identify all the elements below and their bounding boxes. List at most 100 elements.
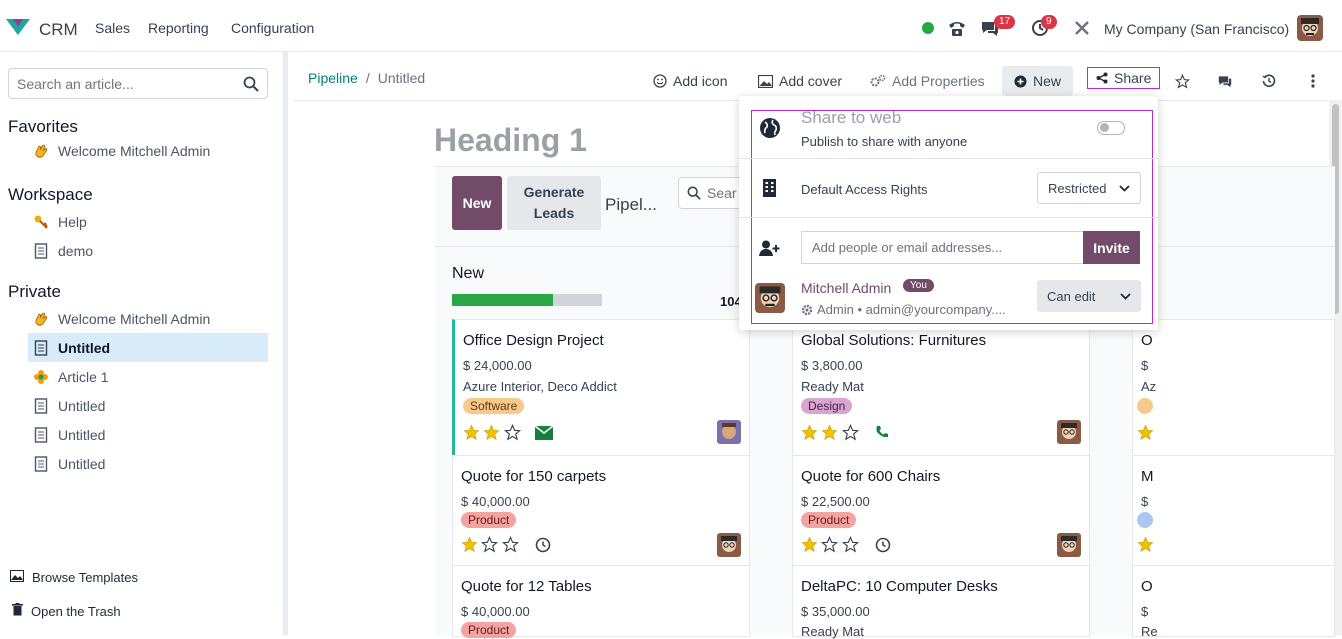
- salesperson-avatar[interactable]: [717, 533, 741, 557]
- private-item-untitled-active[interactable]: Untitled: [28, 333, 268, 362]
- star-filled-icon[interactable]: [800, 536, 819, 553]
- share-label: Share: [1114, 70, 1152, 86]
- private-item-untitled[interactable]: Untitled: [28, 449, 268, 478]
- menu-sales[interactable]: Sales: [95, 20, 130, 36]
- member-permission-select[interactable]: Can edit: [1037, 280, 1141, 312]
- kanban-card[interactable]: Quote for 12 Tables $ 40,000.00 Product: [452, 565, 750, 638]
- add-icon-button[interactable]: Add icon: [653, 66, 727, 96]
- private-item-welcome[interactable]: Welcome Mitchell Admin: [28, 304, 268, 333]
- member-subtitle: Admin • admin@yourcompany....: [801, 302, 1006, 317]
- card-name: M: [1141, 468, 1154, 485]
- card-amount: $: [1141, 494, 1149, 509]
- article-heading[interactable]: Heading 1: [434, 122, 587, 159]
- salesperson-avatar[interactable]: [1057, 420, 1081, 444]
- card-customer: Az: [1141, 379, 1157, 394]
- add-properties-button[interactable]: Add Properties: [870, 66, 985, 96]
- kanban-card[interactable]: DeltaPC: 10 Computer Desks $ 35,000.00 R…: [792, 565, 1090, 639]
- card-amount: $ 24,000.00: [463, 358, 532, 373]
- card-tag: Product: [461, 622, 517, 638]
- member-avatar: [755, 283, 785, 313]
- default-access-value: Restricted: [1048, 180, 1107, 196]
- open-trash-link[interactable]: Open the Trash: [12, 603, 121, 619]
- article-search-input[interactable]: [17, 75, 237, 92]
- chat-icon[interactable]: [1217, 66, 1233, 96]
- card-priority-stars[interactable]: [800, 536, 861, 553]
- email-icon[interactable]: [535, 426, 553, 440]
- breadcrumb-pipeline[interactable]: Pipeline: [308, 70, 358, 86]
- kanban-card-partial[interactable]: O $ Re: [1132, 565, 1335, 639]
- star-filled-icon[interactable]: [481, 424, 502, 441]
- card-name: Quote for 600 Chairs: [801, 468, 941, 485]
- private-item-article-1[interactable]: Article 1: [28, 362, 268, 391]
- more-options-icon[interactable]: [1311, 66, 1315, 96]
- menu-configuration[interactable]: Configuration: [231, 20, 314, 36]
- menu-reporting[interactable]: Reporting: [148, 20, 209, 36]
- crm-logo-icon[interactable]: [4, 16, 32, 38]
- card-tag: Product: [801, 512, 857, 528]
- salesperson-avatar[interactable]: [1057, 533, 1081, 557]
- kanban-card[interactable]: Global Solutions: Furnitures $ 3,800.00 …: [792, 319, 1090, 456]
- card-customer: Ready Mat: [801, 624, 864, 639]
- generate-leads-button[interactable]: Generate Leads: [507, 176, 601, 230]
- company-switcher[interactable]: My Company (San Francisco): [1104, 21, 1289, 37]
- chevron-down-icon: [1120, 292, 1131, 300]
- invite-input[interactable]: Add people or email addresses...: [801, 231, 1083, 264]
- share-to-web-toggle[interactable]: [1097, 121, 1125, 135]
- generate-leads-label: Generate Leads: [523, 184, 585, 221]
- private-item-untitled[interactable]: Untitled: [28, 391, 268, 420]
- star-filled-icon[interactable]: [462, 424, 481, 441]
- star-filled-icon[interactable]: [460, 536, 479, 553]
- star-filled-icon[interactable]: [819, 424, 840, 441]
- column-progress-bar[interactable]: [452, 294, 602, 306]
- kanban-card-partial[interactable]: M $: [1132, 455, 1335, 566]
- share-button[interactable]: Share: [1087, 67, 1161, 89]
- default-access-select[interactable]: Restricted: [1037, 172, 1141, 204]
- favorite-star-icon[interactable]: [1175, 66, 1190, 96]
- card-priority-stars[interactable]: [800, 424, 861, 441]
- new-article-button[interactable]: New: [1002, 66, 1074, 96]
- card-priority-stars[interactable]: [462, 424, 523, 441]
- activity-clock-icon[interactable]: [535, 537, 551, 553]
- history-icon[interactable]: [1262, 66, 1276, 96]
- kanban-card[interactable]: Quote for 600 Chairs $ 22,500.00 Product: [792, 455, 1090, 566]
- article-search-box[interactable]: [8, 68, 268, 99]
- kanban-new-button[interactable]: New: [452, 176, 502, 230]
- card-priority-stars[interactable]: [460, 536, 521, 553]
- workspace-item-demo[interactable]: demo: [28, 236, 268, 265]
- kanban-card-partial[interactable]: O $ Az: [1132, 319, 1335, 456]
- favorite-item-welcome[interactable]: Welcome Mitchell Admin: [28, 136, 268, 165]
- column-title-new[interactable]: New: [452, 265, 484, 283]
- card-amount: $ 35,000.00: [801, 604, 870, 619]
- share-to-web-title: Share to web: [801, 108, 902, 127]
- salesperson-avatar[interactable]: [717, 420, 741, 444]
- trash-icon: [12, 603, 23, 619]
- app-name[interactable]: CRM: [39, 20, 78, 40]
- phone-icon[interactable]: [875, 425, 889, 439]
- kanban-card[interactable]: Quote for 150 carpets $ 40,000.00 Produc…: [452, 455, 750, 566]
- status-dot-icon[interactable]: [916, 16, 940, 40]
- add-cover-button[interactable]: Add cover: [758, 66, 842, 96]
- tools-icon[interactable]: [1070, 16, 1094, 40]
- star-empty-icon[interactable]: [479, 536, 500, 553]
- card-amount: $ 40,000.00: [461, 604, 530, 619]
- private-item-untitled[interactable]: Untitled: [28, 420, 268, 449]
- activity-clock-icon[interactable]: [875, 537, 891, 553]
- star-filled-icon[interactable]: [800, 424, 819, 441]
- kanban-card[interactable]: Office Design Project $ 24,000.00 Azure …: [452, 319, 750, 456]
- search-icon[interactable]: [243, 76, 259, 92]
- member-name: Mitchell Admin: [801, 280, 892, 296]
- invite-button[interactable]: Invite: [1083, 231, 1140, 264]
- star-filled-icon[interactable]: [1137, 424, 1154, 441]
- star-filled-icon[interactable]: [1137, 536, 1154, 553]
- browse-templates-link[interactable]: Browse Templates: [10, 570, 138, 585]
- star-empty-icon[interactable]: [840, 536, 861, 553]
- activities-badge: 9: [1041, 15, 1057, 29]
- phone-icon[interactable]: [945, 16, 969, 40]
- star-empty-icon[interactable]: [500, 536, 521, 553]
- workspace-item-help[interactable]: Help: [28, 207, 268, 236]
- user-avatar[interactable]: [1297, 15, 1323, 41]
- share-icon: [1096, 72, 1108, 84]
- star-empty-icon[interactable]: [502, 424, 523, 441]
- star-empty-icon[interactable]: [840, 424, 861, 441]
- star-empty-icon[interactable]: [819, 536, 840, 553]
